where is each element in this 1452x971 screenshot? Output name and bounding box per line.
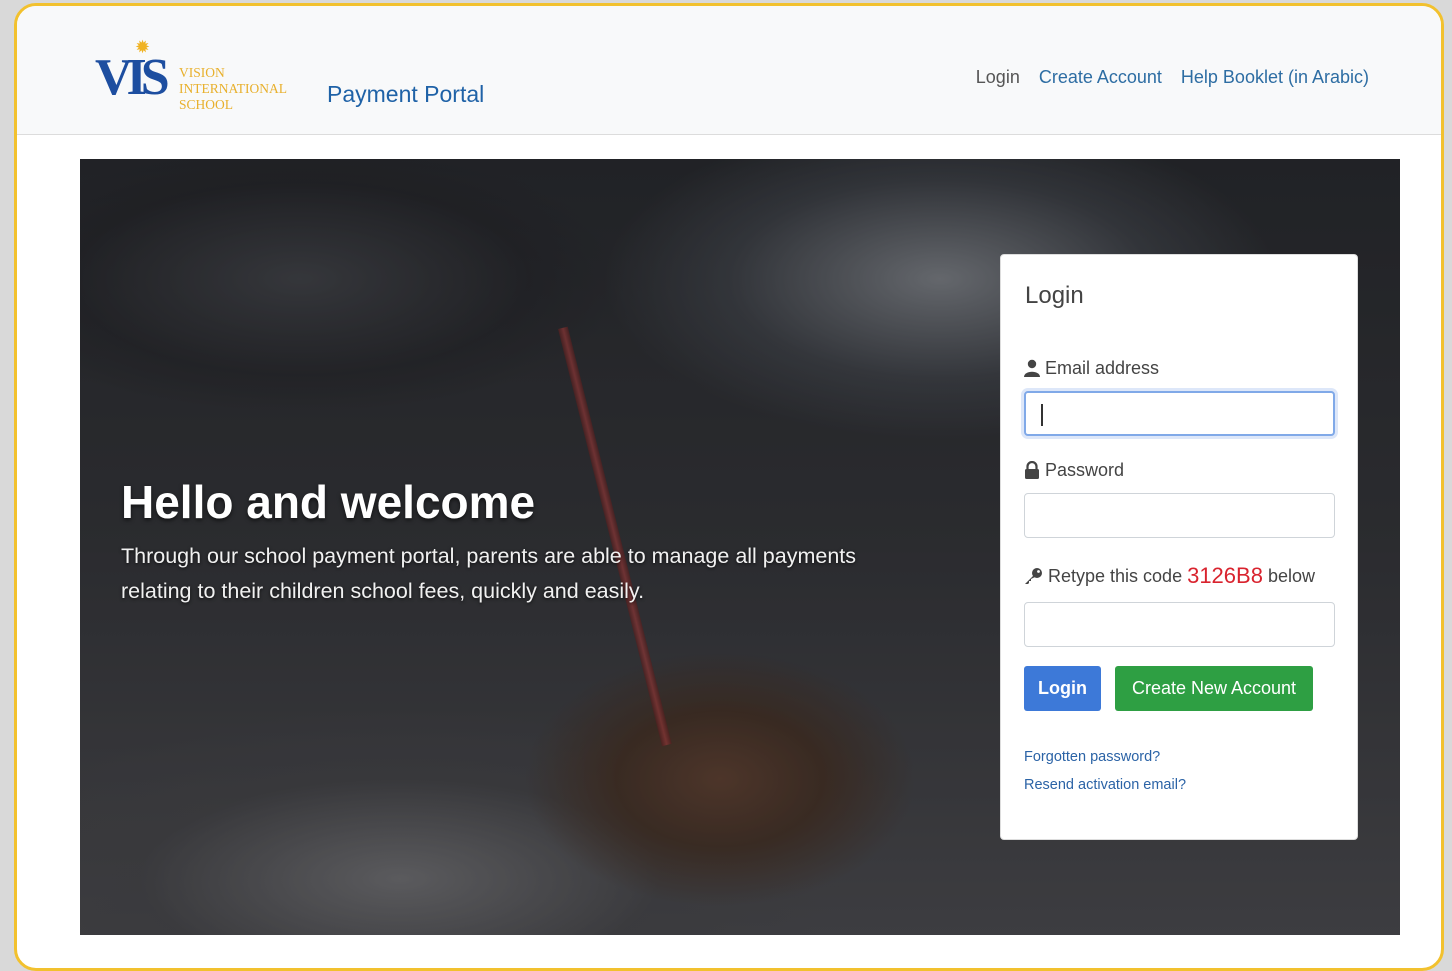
nav-link-help-booklet[interactable]: Help Booklet (in Arabic): [1181, 65, 1369, 89]
browser-frame: ✹ VIS VISION INTERNATIONAL SCHOOL Paymen…: [14, 3, 1444, 971]
login-button[interactable]: Login: [1024, 666, 1101, 711]
email-label: Email address: [1024, 356, 1159, 380]
login-card-title: Login: [1025, 282, 1084, 309]
nav-link-login[interactable]: Login: [976, 65, 1020, 89]
logo-line: INTERNATIONAL: [179, 81, 287, 96]
resend-activation-link[interactable]: Resend activation email?: [1024, 775, 1186, 795]
captcha-code: 3126B8: [1187, 563, 1263, 588]
captcha-suffix: below: [1267, 566, 1315, 586]
password-label: Password: [1024, 458, 1124, 482]
school-logo[interactable]: ✹ VIS VISION INTERNATIONAL SCHOOL: [95, 36, 310, 120]
key-icon: [1024, 567, 1043, 585]
email-field[interactable]: [1024, 391, 1335, 436]
captcha-field[interactable]: [1024, 602, 1335, 647]
hero-title: Hello and welcome: [121, 476, 536, 528]
password-field[interactable]: [1024, 493, 1335, 538]
password-label-text: Password: [1045, 460, 1125, 480]
logo-monogram: VIS: [95, 49, 170, 106]
text-caret: [1041, 404, 1043, 426]
logo-line: SCHOOL: [179, 97, 234, 112]
nav-link-create-account[interactable]: Create Account: [1039, 65, 1162, 89]
captcha-label: Retype this code 3126B8 below: [1024, 564, 1315, 588]
login-card: Login Email address Password Retype this…: [1000, 254, 1358, 840]
email-label-text: Email address: [1045, 358, 1160, 378]
captcha-prefix: Retype this code: [1048, 566, 1183, 586]
create-new-account-button[interactable]: Create New Account: [1115, 666, 1313, 711]
lock-icon: [1024, 461, 1040, 479]
brand-title[interactable]: Payment Portal: [327, 80, 484, 108]
top-navbar: ✹ VIS VISION INTERNATIONAL SCHOOL Paymen…: [17, 6, 1441, 135]
forgot-password-link[interactable]: Forgotten password?: [1024, 747, 1160, 767]
nav-links: Login Create Account Help Booklet (in Ar…: [976, 65, 1369, 89]
user-icon: [1024, 359, 1040, 377]
hero-banner: Hello and welcome Through our school pay…: [80, 159, 1400, 935]
logo-line: VISION: [179, 65, 225, 80]
logo-wordmark: VISION INTERNATIONAL SCHOOL: [179, 65, 287, 113]
hero-description: Through our school payment portal, paren…: [121, 544, 857, 603]
